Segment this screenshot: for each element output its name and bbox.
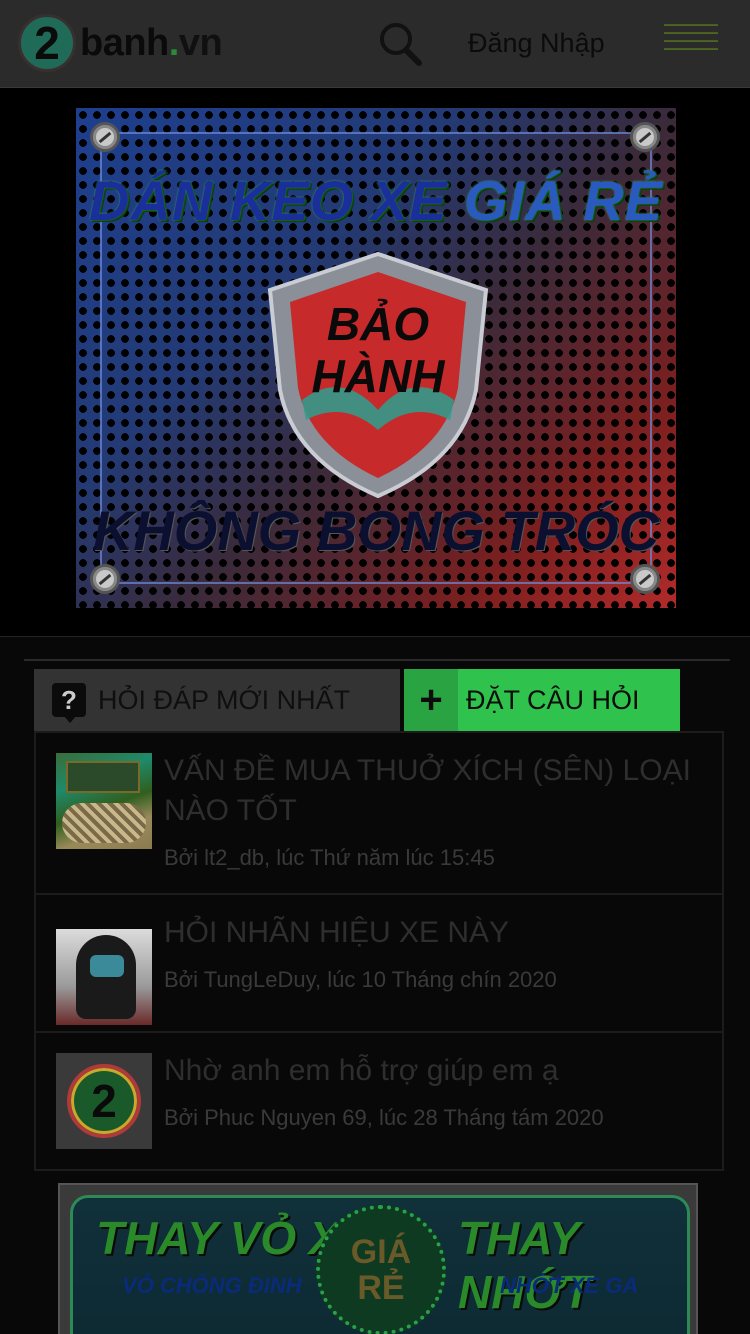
divider [24, 659, 730, 661]
list-item[interactable]: VẤN ĐỀ MUA THUỞ XÍCH (SÊN) LOẠI NÀO TỐT … [36, 733, 722, 895]
logo-badge: 2 [18, 14, 76, 72]
thumb-number: 2 [91, 1075, 117, 1127]
tab-latest-questions[interactable]: ? HỎI ĐÁP MỚI NHẤT [34, 669, 400, 731]
list-item[interactable]: 2 Nhờ anh em hỗ trợ giúp em ạ Bởi Phuc N… [36, 1033, 722, 1171]
qa-section: ? HỎI ĐÁP MỚI NHẤT + ĐẶT CÂU HỎI VẤN ĐỀ … [0, 636, 750, 1334]
hamburger-menu-icon[interactable] [664, 24, 718, 60]
ask-question-label: ĐẶT CÂU HỎI [466, 684, 640, 715]
question-title: HỎI NHÃN HIỆU XE NÀY [164, 916, 510, 949]
question-meta: Bởi lt2_db, lúc Thứ năm lúc 15:45 [164, 845, 495, 870]
shield-text: BẢO HÀNH [262, 298, 494, 402]
question-meta: Bởi Phuc Nguyen 69, lúc 28 Tháng tám 202… [164, 1105, 604, 1130]
list-item[interactable]: HỎI NHÃN HIỆU XE NÀY Bởi TungLeDuy, lúc … [36, 895, 722, 1033]
logo-dot: . [168, 21, 180, 64]
qa-list: VẤN ĐỀ MUA THUỞ XÍCH (SÊN) LOẠI NÀO TỐT … [34, 731, 724, 1171]
plus-icon: + [404, 669, 458, 731]
logo-name: banh [80, 21, 169, 64]
banner-headline-a: DÁN KEO XE [89, 169, 448, 232]
banner-headline-b: GIÁ RẺ [464, 169, 663, 232]
promo-banner-bottom[interactable]: THAY VỎ XE VỎ CHỐNG ĐINH GIÁ RẺ THAY NHỚ… [58, 1183, 698, 1334]
logo-badge: 2 [67, 1064, 141, 1138]
badge-line2: RẺ [357, 1269, 405, 1307]
badge-line1: GIÁ [350, 1233, 412, 1271]
banner-subline: KHÔNG BONG TRÓC [92, 499, 660, 562]
bolt-icon [630, 564, 660, 594]
logo-tld: vn [178, 21, 223, 64]
question-title: Nhờ anh em hỗ trợ giúp em ạ [164, 1054, 559, 1087]
login-link[interactable]: Đăng Nhập [468, 28, 605, 59]
search-icon[interactable] [376, 20, 424, 68]
thumbnail-image: 2 [56, 1053, 152, 1149]
logo-number: 2 [34, 17, 60, 69]
shield-line1: BẢO [326, 298, 430, 350]
question-title: VẤN ĐỀ MUA THUỞ XÍCH (SÊN) LOẠI NÀO TỐT [164, 754, 691, 827]
bolt-icon [90, 564, 120, 594]
bolt-icon [630, 122, 660, 152]
banner-headline: DÁN KEO XE GIÁ RẺ [76, 168, 676, 233]
bolt-icon [90, 122, 120, 152]
thumbnail-image [56, 753, 152, 849]
thumbnail-image [56, 929, 152, 1025]
logo-wordmark: banh.vn [80, 21, 223, 65]
promo-banner-top[interactable]: DÁN KEO XE GIÁ RẺ BẢO HÀNH KHÔNG BONG TR… [76, 108, 676, 608]
ask-question-button[interactable]: + ĐẶT CÂU HỎI [404, 669, 680, 731]
site-logo[interactable]: 2 banh.vn [18, 12, 223, 74]
price-badge: GIÁ RẺ [316, 1205, 446, 1334]
tab-latest-label: HỎI ĐÁP MỚI NHẤT [98, 684, 351, 715]
site-header: 2 banh.vn Đăng Nhập [0, 0, 750, 88]
banner-right-title: THAY NHỚT [458, 1212, 592, 1318]
banner-right-sub: NHỚT XE GA [500, 1273, 639, 1298]
shield-line2: HÀNH [311, 350, 445, 402]
question-meta: Bởi TungLeDuy, lúc 10 Tháng chín 2020 [164, 967, 557, 992]
banner-left-sub: VỎ CHỐNG ĐINH [122, 1273, 302, 1298]
question-icon: ? [52, 683, 86, 723]
